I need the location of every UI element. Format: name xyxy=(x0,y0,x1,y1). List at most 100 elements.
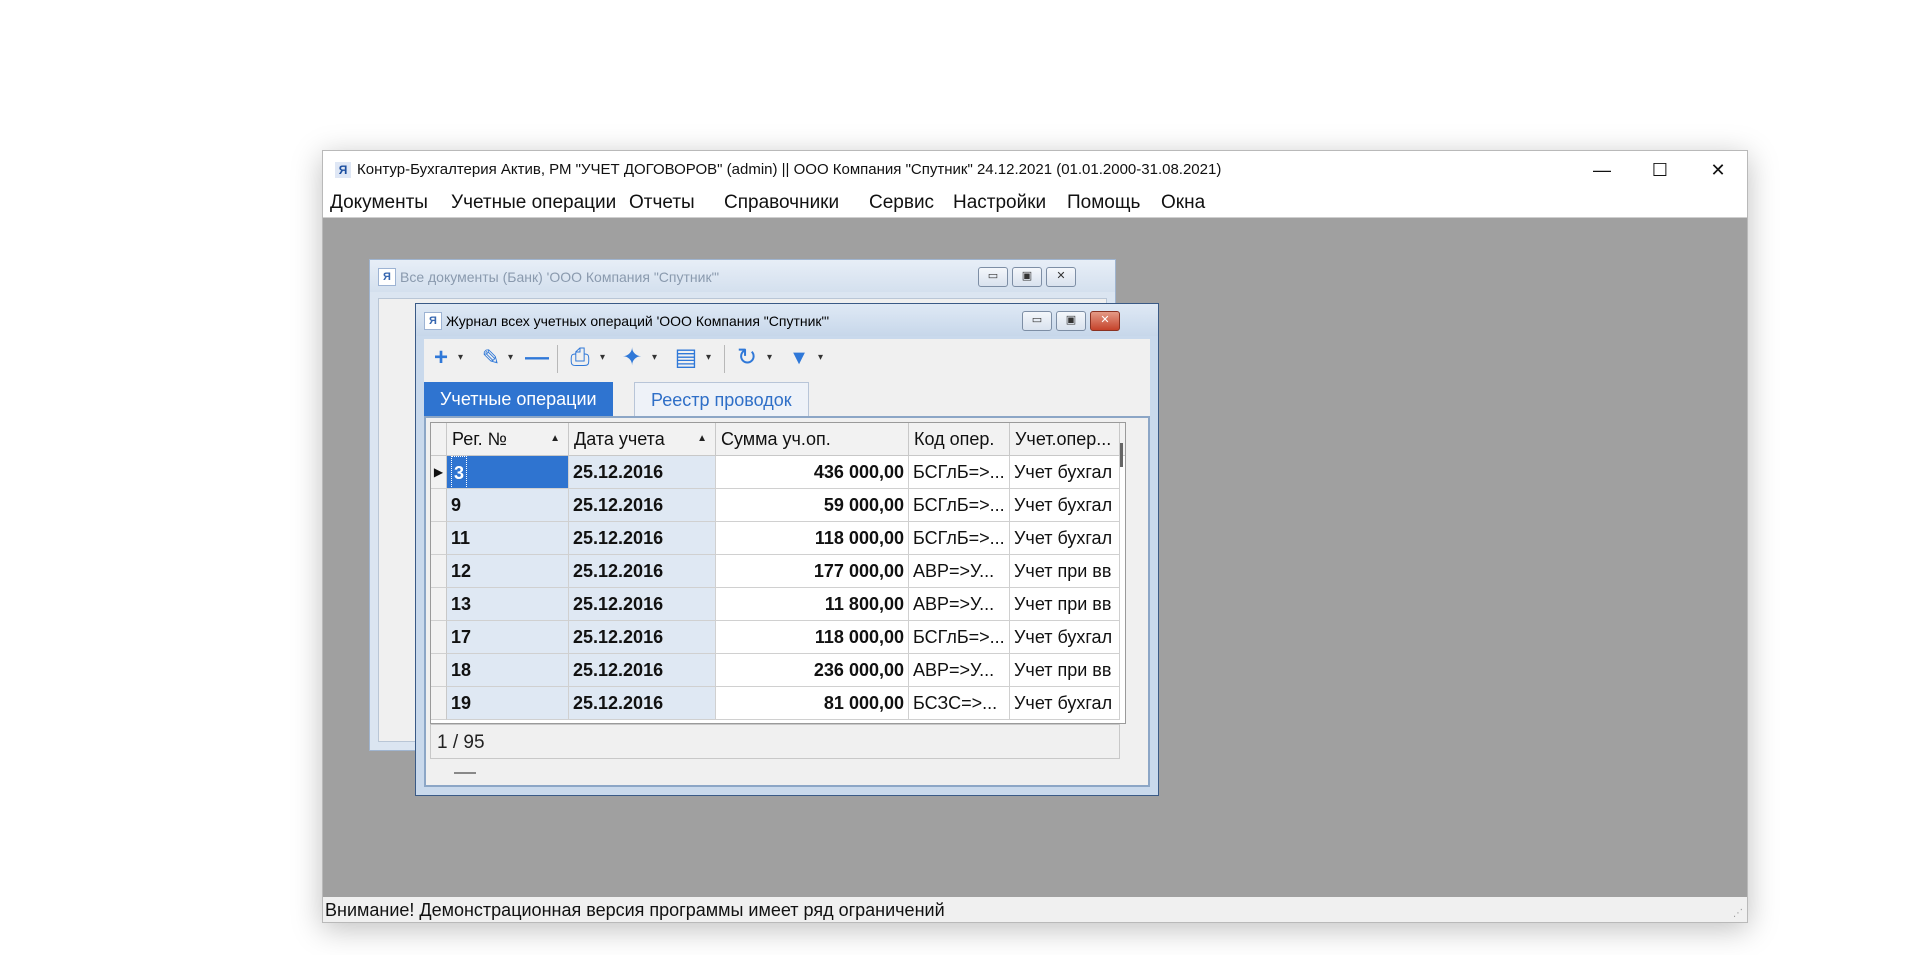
table-row[interactable]: 18 25.12.2016 236 000,00 АВР=>У... Учет … xyxy=(431,654,1125,687)
edit-icon[interactable]: ✎ xyxy=(478,343,504,373)
cell-reg-no[interactable]: 12 xyxy=(447,555,569,588)
journal-window-titlebar[interactable]: Я Журнал всех учетных операций 'ООО Комп… xyxy=(416,304,1158,336)
menu-documents[interactable]: Документы xyxy=(330,192,428,214)
cell-accounting[interactable]: Учет бухгал xyxy=(1010,456,1120,489)
cell-accounting[interactable]: Учет бухгал xyxy=(1010,522,1120,555)
tab-operations[interactable]: Учетные операции xyxy=(424,382,613,416)
cell-sum[interactable]: 118 000,00 xyxy=(716,621,909,654)
document-dropdown-icon[interactable]: ▾ xyxy=(706,343,711,373)
row-indicator xyxy=(431,588,447,621)
cell-date[interactable]: 25.12.2016 xyxy=(569,555,716,588)
documents-close-button[interactable]: ✕ xyxy=(1046,267,1076,287)
remove-icon[interactable]: — xyxy=(524,343,550,373)
cell-reg-no[interactable]: 3 xyxy=(447,456,569,489)
cell-sum[interactable]: 118 000,00 xyxy=(716,522,909,555)
cell-reg-no[interactable]: 13 xyxy=(447,588,569,621)
cell-reg-no[interactable]: 19 xyxy=(447,687,569,720)
table-row[interactable]: 19 25.12.2016 81 000,00 БСЗС=>... Учет б… xyxy=(431,687,1125,720)
title-bar[interactable]: Я Контур-Бухгалтерия Актив, РМ "УЧЕТ ДОГ… xyxy=(323,151,1747,189)
cell-sum[interactable]: 177 000,00 xyxy=(716,555,909,588)
journal-window-title: Журнал всех учетных операций 'ООО Компан… xyxy=(446,313,830,329)
journal-window[interactable]: Я Журнал всех учетных операций 'ООО Комп… xyxy=(415,303,1159,796)
menu-references[interactable]: Справочники xyxy=(724,192,839,214)
cell-accounting[interactable]: Учет бухгал xyxy=(1010,489,1120,522)
cell-sum[interactable]: 236 000,00 xyxy=(716,654,909,687)
cell-op-code[interactable]: АВР=>У... xyxy=(909,555,1010,588)
cell-op-code[interactable]: БСЗС=>... xyxy=(909,687,1010,720)
cell-date[interactable]: 25.12.2016 xyxy=(569,687,716,720)
cell-date[interactable]: 25.12.2016 xyxy=(569,654,716,687)
cell-accounting[interactable]: Учет при вв xyxy=(1010,654,1120,687)
table-row[interactable]: 11 25.12.2016 118 000,00 БСГлБ=>... Учет… xyxy=(431,522,1125,555)
document-icon[interactable]: ▤ xyxy=(671,343,701,373)
cell-op-code[interactable]: АВР=>У... xyxy=(909,588,1010,621)
grid-header: Рег. № ▲ Дата учета ▲ Сумма уч.оп. Код о… xyxy=(431,423,1125,456)
cell-sum[interactable]: 11 800,00 xyxy=(716,588,909,621)
resize-grip-icon[interactable]: ⋰ xyxy=(1733,908,1745,920)
maximize-button[interactable]: ☐ xyxy=(1631,151,1689,189)
cell-op-code[interactable]: АВР=>У... xyxy=(909,654,1010,687)
menu-operations[interactable]: Учетные операции xyxy=(451,192,616,214)
column-header-reg-no[interactable]: Рег. № ▲ xyxy=(447,423,569,455)
refresh-icon[interactable]: ↻ xyxy=(732,343,762,373)
table-row[interactable]: 17 25.12.2016 118 000,00 БСГлБ=>... Учет… xyxy=(431,621,1125,654)
documents-minimize-button[interactable]: ▭ xyxy=(978,267,1008,287)
menu-reports[interactable]: Отчеты xyxy=(629,192,695,214)
cell-reg-no[interactable]: 9 xyxy=(447,489,569,522)
refresh-dropdown-icon[interactable]: ▾ xyxy=(767,343,772,373)
cell-op-code[interactable]: БСГлБ=>... xyxy=(909,489,1010,522)
cell-reg-no[interactable]: 18 xyxy=(447,654,569,687)
cell-sum[interactable]: 436 000,00 xyxy=(716,456,909,489)
filter-dropdown-icon[interactable]: ▾ xyxy=(818,343,823,373)
cell-accounting[interactable]: Учет бухгал xyxy=(1010,687,1120,720)
grid-vertical-scrollbar[interactable] xyxy=(1120,443,1123,467)
add-dropdown-icon[interactable]: ▾ xyxy=(458,343,463,373)
cell-accounting[interactable]: Учет бухгал xyxy=(1010,621,1120,654)
cell-date[interactable]: 25.12.2016 xyxy=(569,456,716,489)
column-header-date[interactable]: Дата учета ▲ xyxy=(569,423,716,455)
column-header-accounting[interactable]: Учет.опер... xyxy=(1010,423,1120,455)
menu-settings[interactable]: Настройки xyxy=(953,192,1046,214)
cell-date[interactable]: 25.12.2016 xyxy=(569,522,716,555)
filter-icon[interactable]: ▼ xyxy=(786,343,812,373)
cell-op-code[interactable]: БСГлБ=>... xyxy=(909,621,1010,654)
documents-window-titlebar[interactable]: Я Все документы (Банк) 'ООО Компания "Сп… xyxy=(370,260,1115,292)
journal-close-button[interactable]: ✕ xyxy=(1090,311,1120,331)
cell-op-code[interactable]: БСГлБ=>... xyxy=(909,456,1010,489)
table-row[interactable]: 13 25.12.2016 11 800,00 АВР=>У... Учет п… xyxy=(431,588,1125,621)
menu-help[interactable]: Помощь xyxy=(1067,192,1140,214)
table-row[interactable]: 12 25.12.2016 177 000,00 АВР=>У... Учет … xyxy=(431,555,1125,588)
grid-horizontal-scrollbar[interactable] xyxy=(454,772,476,774)
app-logo-icon: Я xyxy=(378,268,396,286)
print-dropdown-icon[interactable]: ▾ xyxy=(600,343,605,373)
cell-sum[interactable]: 59 000,00 xyxy=(716,489,909,522)
column-header-sum[interactable]: Сумма уч.оп. xyxy=(716,423,909,455)
add-icon[interactable]: + xyxy=(428,343,454,373)
table-row[interactable]: ▶ 3 25.12.2016 436 000,00 БСГлБ=>... Уче… xyxy=(431,456,1125,489)
cell-reg-no[interactable]: 17 xyxy=(447,621,569,654)
operations-grid[interactable]: Рег. № ▲ Дата учета ▲ Сумма уч.оп. Код о… xyxy=(430,422,1126,724)
close-button[interactable]: ✕ xyxy=(1689,151,1747,189)
wizard-icon[interactable]: ✦ xyxy=(617,343,647,373)
journal-minimize-button[interactable]: ▭ xyxy=(1022,311,1052,331)
journal-maximize-button[interactable]: ▣ xyxy=(1056,311,1086,331)
cell-date[interactable]: 25.12.2016 xyxy=(569,621,716,654)
wizard-dropdown-icon[interactable]: ▾ xyxy=(652,343,657,373)
edit-dropdown-icon[interactable]: ▾ xyxy=(508,343,513,373)
cell-date[interactable]: 25.12.2016 xyxy=(569,588,716,621)
cell-reg-no[interactable]: 11 xyxy=(447,522,569,555)
tab-postings-registry[interactable]: Реестр проводок xyxy=(634,382,809,416)
table-row[interactable]: 9 25.12.2016 59 000,00 БСГлБ=>... Учет б… xyxy=(431,489,1125,522)
menu-windows[interactable]: Окна xyxy=(1161,192,1205,214)
cell-op-code[interactable]: БСГлБ=>... xyxy=(909,522,1010,555)
cell-sum[interactable]: 81 000,00 xyxy=(716,687,909,720)
column-header-op-code[interactable]: Код опер. xyxy=(909,423,1010,455)
minimize-button[interactable]: — xyxy=(1573,151,1631,189)
cell-date[interactable]: 25.12.2016 xyxy=(569,489,716,522)
cell-accounting[interactable]: Учет при вв xyxy=(1010,588,1120,621)
cell-accounting[interactable]: Учет при вв xyxy=(1010,555,1120,588)
print-icon[interactable]: ⎙ xyxy=(565,343,595,373)
menu-service[interactable]: Сервис xyxy=(869,192,934,214)
documents-maximize-button[interactable]: ▣ xyxy=(1012,267,1042,287)
row-indicator xyxy=(431,489,447,522)
